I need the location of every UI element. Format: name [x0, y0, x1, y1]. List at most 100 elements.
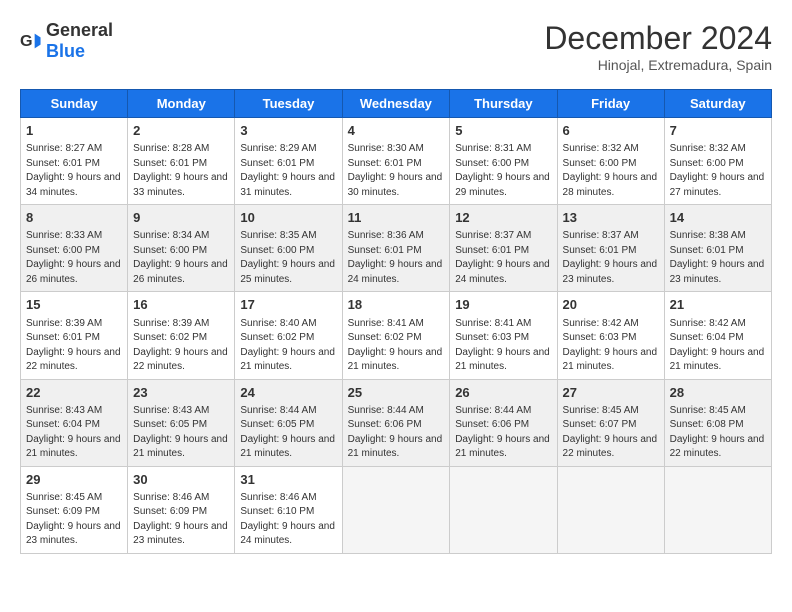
calendar-cell: 6Sunrise: 8:32 AMSunset: 6:00 PMDaylight… — [557, 118, 664, 205]
calendar-cell: 19 Sunrise: 8:41 AMSunset: 6:03 PMDayligh… — [450, 292, 557, 379]
calendar-subtitle: Hinojal, Extremadura, Spain — [544, 57, 772, 73]
day-number: 14 — [670, 209, 766, 227]
day-number: 13 — [563, 209, 659, 227]
column-header-monday: Monday — [128, 90, 235, 118]
day-info: Sunrise: 8:37 AMSunset: 6:01 PMDaylight:… — [563, 229, 659, 287]
calendar-cell: 4 Sunrise: 8:30 AMSunset: 6:01 PMDaylight… — [342, 118, 450, 205]
calendar-week-row: 22 Sunrise: 8:43 AMSunset: 6:04 PMDayligh… — [21, 379, 772, 466]
day-info: Sunrise: 8:44 AMSunset: 6:05 PMDaylight:… — [240, 404, 336, 462]
column-header-friday: Friday — [557, 90, 664, 118]
day-info: Sunrise: 8:41 AMSunset: 6:03 PMDaylight:… — [455, 317, 551, 375]
day-info: Sunrise: 8:33 AMSunset: 6:00 PMDaylight:… — [26, 229, 122, 287]
column-header-wednesday: Wednesday — [342, 90, 450, 118]
day-number: 18 — [348, 296, 445, 314]
day-number: 28 — [670, 384, 766, 402]
calendar-week-row: 15 Sunrise: 8:39 AMSunset: 6:01 PMDayligh… — [21, 292, 772, 379]
day-number: 5 — [455, 122, 551, 140]
calendar-cell: 31 Sunrise: 8:46 AMSunset: 6:10 PMDayligh… — [235, 466, 342, 553]
day-number: 23 — [133, 384, 229, 402]
calendar-cell: 27 Sunrise: 8:45 AMSunset: 6:07 PMDayligh… — [557, 379, 664, 466]
calendar-cell: 20 Sunrise: 8:42 AMSunset: 6:03 PMDayligh… — [557, 292, 664, 379]
day-number: 16 — [133, 296, 229, 314]
day-number: 21 — [670, 296, 766, 314]
day-number: 26 — [455, 384, 551, 402]
day-number: 22 — [26, 384, 122, 402]
day-info: Sunrise: 8:27 AMSunset: 6:01 PMDaylight:… — [26, 142, 122, 200]
calendar-cell: 10Sunrise: 8:35 AMSunset: 6:00 PMDayligh… — [235, 205, 342, 292]
day-number: 31 — [240, 471, 336, 489]
calendar-cell — [342, 466, 450, 553]
day-number: 20 — [563, 296, 659, 314]
day-number: 3 — [240, 122, 336, 140]
column-header-thursday: Thursday — [450, 90, 557, 118]
day-info: Sunrise: 8:37 AMSunset: 6:01 PMDaylight:… — [455, 229, 551, 287]
day-info: Sunrise: 8:41 AMSunset: 6:02 PMDaylight:… — [348, 317, 445, 375]
day-info: Sunrise: 8:40 AMSunset: 6:02 PMDaylight:… — [240, 317, 336, 375]
calendar-cell: 9Sunrise: 8:34 AMSunset: 6:00 PMDaylight… — [128, 205, 235, 292]
calendar-cell: 24 Sunrise: 8:44 AMSunset: 6:05 PMDayligh… — [235, 379, 342, 466]
calendar-cell: 1 Sunrise: 8:27 AMSunset: 6:01 PMDaylight… — [21, 118, 128, 205]
day-info: Sunrise: 8:45 AMSunset: 6:07 PMDaylight:… — [563, 404, 659, 462]
day-info: Sunrise: 8:31 AMSunset: 6:00 PMDaylight:… — [455, 142, 551, 200]
calendar-cell: 5 Sunrise: 8:31 AMSunset: 6:00 PMDaylight… — [450, 118, 557, 205]
day-number: 29 — [26, 471, 122, 489]
day-number: 7 — [670, 122, 766, 140]
day-info: Sunrise: 8:39 AMSunset: 6:01 PMDaylight:… — [26, 317, 122, 375]
calendar-cell — [664, 466, 771, 553]
day-number: 11 — [348, 209, 445, 227]
day-info: Sunrise: 8:42 AMSunset: 6:03 PMDaylight:… — [563, 317, 659, 375]
calendar-cell: 22 Sunrise: 8:43 AMSunset: 6:04 PMDayligh… — [21, 379, 128, 466]
calendar-cell: 11 Sunrise: 8:36 AMSunset: 6:01 PMDayligh… — [342, 205, 450, 292]
logo: G General Blue — [20, 20, 113, 62]
day-info: Sunrise: 8:39 AMSunset: 6:02 PMDaylight:… — [133, 317, 229, 375]
day-number: 17 — [240, 296, 336, 314]
day-number: 2 — [133, 122, 229, 140]
calendar-header-row: SundayMondayTuesdayWednesdayThursdayFrid… — [21, 90, 772, 118]
page-header: G General Blue December 2024 Hinojal, Ex… — [20, 20, 772, 73]
calendar-cell — [557, 466, 664, 553]
day-info: Sunrise: 8:44 AMSunset: 6:06 PMDaylight:… — [348, 404, 445, 462]
calendar-title: December 2024 — [544, 20, 772, 57]
day-number: 25 — [348, 384, 445, 402]
calendar-cell: 14 Sunrise: 8:38 AMSunset: 6:01 PMDayligh… — [664, 205, 771, 292]
day-number: 27 — [563, 384, 659, 402]
day-number: 8 — [26, 209, 122, 227]
day-number: 1 — [26, 122, 122, 140]
logo-blue: Blue — [46, 41, 85, 61]
calendar-cell: 3 Sunrise: 8:29 AMSunset: 6:01 PMDaylight… — [235, 118, 342, 205]
calendar-week-row: 29Sunrise: 8:45 AMSunset: 6:09 PMDayligh… — [21, 466, 772, 553]
day-number: 9 — [133, 209, 229, 227]
day-number: 6 — [563, 122, 659, 140]
calendar-cell: 30Sunrise: 8:46 AMSunset: 6:09 PMDayligh… — [128, 466, 235, 553]
calendar-cell: 18 Sunrise: 8:41 AMSunset: 6:02 PMDayligh… — [342, 292, 450, 379]
calendar-week-row: 1 Sunrise: 8:27 AMSunset: 6:01 PMDaylight… — [21, 118, 772, 205]
calendar-cell: 23 Sunrise: 8:43 AMSunset: 6:05 PMDayligh… — [128, 379, 235, 466]
calendar-cell: 25 Sunrise: 8:44 AMSunset: 6:06 PMDayligh… — [342, 379, 450, 466]
day-number: 19 — [455, 296, 551, 314]
day-number: 24 — [240, 384, 336, 402]
day-number: 10 — [240, 209, 336, 227]
day-number: 12 — [455, 209, 551, 227]
calendar-cell: 28Sunrise: 8:45 AMSunset: 6:08 PMDayligh… — [664, 379, 771, 466]
day-info: Sunrise: 8:46 AMSunset: 6:10 PMDaylight:… — [240, 491, 336, 549]
calendar-cell: 8 Sunrise: 8:33 AMSunset: 6:00 PMDaylight… — [21, 205, 128, 292]
calendar-cell: 21Sunrise: 8:42 AMSunset: 6:04 PMDayligh… — [664, 292, 771, 379]
day-number: 4 — [348, 122, 445, 140]
day-info: Sunrise: 8:36 AMSunset: 6:01 PMDaylight:… — [348, 229, 445, 287]
calendar-cell: 2Sunrise: 8:28 AMSunset: 6:01 PMDaylight… — [128, 118, 235, 205]
day-number: 15 — [26, 296, 122, 314]
calendar-cell: 15 Sunrise: 8:39 AMSunset: 6:01 PMDayligh… — [21, 292, 128, 379]
calendar-cell: 26 Sunrise: 8:44 AMSunset: 6:06 PMDayligh… — [450, 379, 557, 466]
day-number: 30 — [133, 471, 229, 489]
calendar-week-row: 8 Sunrise: 8:33 AMSunset: 6:00 PMDaylight… — [21, 205, 772, 292]
day-info: Sunrise: 8:44 AMSunset: 6:06 PMDaylight:… — [455, 404, 551, 462]
calendar-cell — [450, 466, 557, 553]
day-info: Sunrise: 8:29 AMSunset: 6:01 PMDaylight:… — [240, 142, 336, 200]
day-info: Sunrise: 8:38 AMSunset: 6:01 PMDaylight:… — [670, 229, 766, 287]
calendar-cell: 13 Sunrise: 8:37 AMSunset: 6:01 PMDayligh… — [557, 205, 664, 292]
day-info: Sunrise: 8:43 AMSunset: 6:04 PMDaylight:… — [26, 404, 122, 462]
day-info: Sunrise: 8:30 AMSunset: 6:01 PMDaylight:… — [348, 142, 445, 200]
day-info: Sunrise: 8:32 AMSunset: 6:00 PMDaylight:… — [670, 142, 766, 200]
day-info: Sunrise: 8:43 AMSunset: 6:05 PMDaylight:… — [133, 404, 229, 462]
column-header-sunday: Sunday — [21, 90, 128, 118]
